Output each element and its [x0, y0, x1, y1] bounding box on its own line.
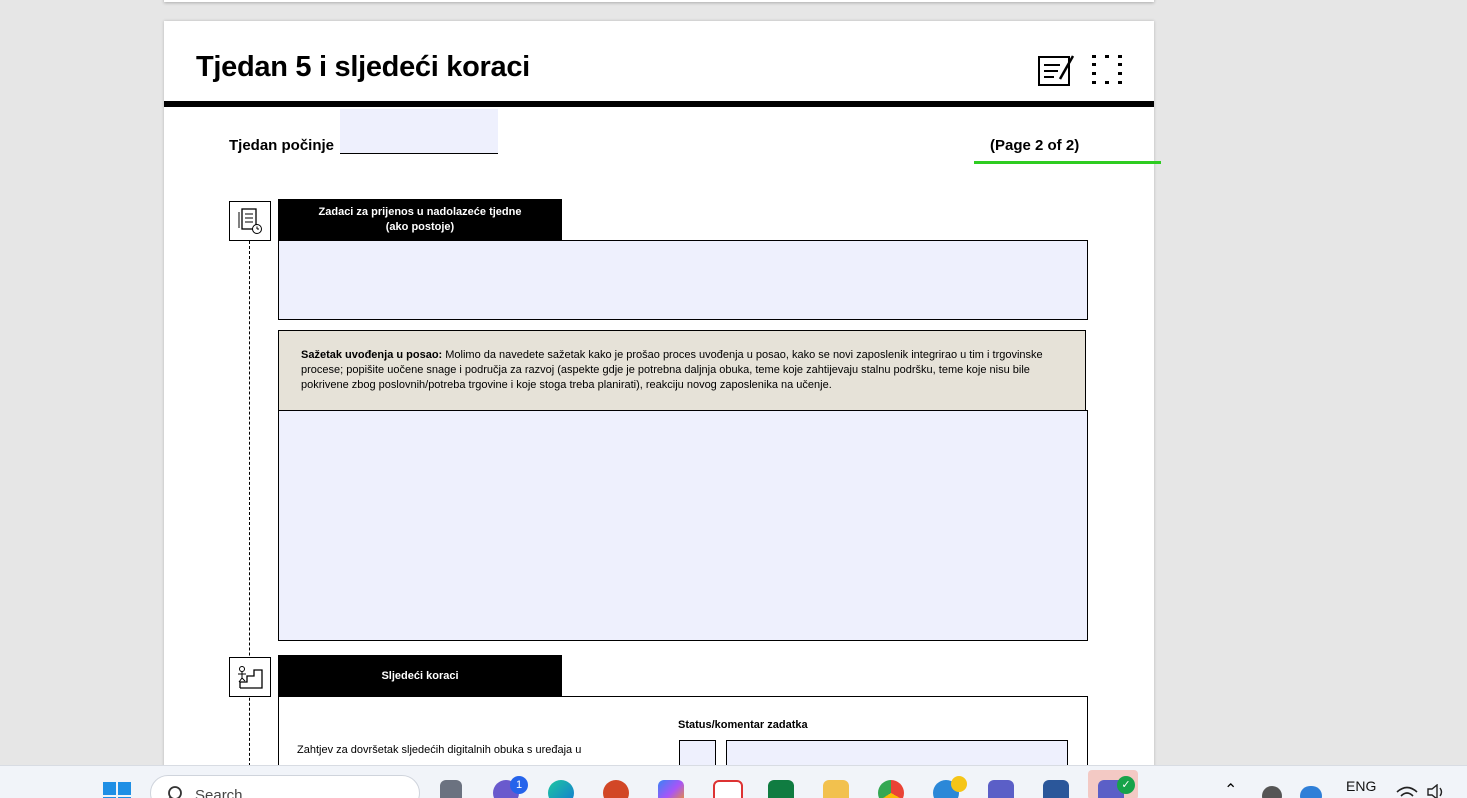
taskbar-search-input[interactable]: Search	[150, 775, 420, 798]
teams-icon[interactable]	[988, 780, 1014, 798]
search-placeholder: Search	[195, 787, 243, 798]
summary-label: Sažetak uvođenja u posao:	[301, 349, 442, 361]
week-start-label: Tjedan počinje	[229, 137, 334, 154]
language-indicator[interactable]: ENG	[1346, 778, 1376, 794]
wifi-icon[interactable]	[1396, 786, 1418, 798]
next-steps-header: Sljedeći koraci	[278, 655, 562, 697]
word-icon[interactable]	[1043, 780, 1069, 798]
notification-dot-icon	[951, 776, 967, 792]
snipping-tool-icon[interactable]	[713, 780, 743, 798]
focus-indicator	[974, 161, 1161, 164]
previous-page-edge	[164, 0, 1154, 2]
edit-form-icon[interactable]	[1038, 53, 1076, 87]
windows-start-icon[interactable]	[103, 782, 131, 798]
chat-notification-badge: 1	[510, 776, 528, 794]
document-page: Tjedan 5 i sljedeći koraci Tjedan počinj…	[164, 21, 1154, 781]
file-explorer-icon[interactable]	[823, 780, 849, 798]
check-badge-icon: ✓	[1117, 776, 1135, 794]
carryover-tasks-header: Zadaci za prijenos u nadolazeće tjedne (a…	[278, 199, 562, 241]
task-view-icon[interactable]	[440, 780, 462, 798]
title-rule	[164, 101, 1154, 107]
chrome-icon[interactable]	[878, 780, 904, 798]
carryover-tasks-input[interactable]	[278, 240, 1088, 320]
page-title: Tjedan 5 i sljedeći koraci	[196, 51, 530, 84]
carryover-header-line1: Zadaci za prijenos u nadolazeće tjedne	[319, 206, 522, 218]
timeline-dashed-line	[249, 241, 250, 781]
onboarding-summary-input[interactable]	[278, 410, 1088, 641]
tray-app-icon[interactable]	[1262, 786, 1282, 798]
excel-icon[interactable]	[768, 780, 794, 798]
powerpoint-icon[interactable]	[603, 780, 629, 798]
checklist-clock-icon	[229, 201, 271, 241]
task-status-label: Status/komentar zadatka	[678, 719, 808, 731]
onedrive-icon[interactable]	[1300, 786, 1322, 798]
grid-dots-icon[interactable]	[1090, 53, 1124, 87]
next-steps-stairs-icon	[229, 657, 271, 697]
search-icon	[165, 786, 183, 798]
task-description: Zahtjev za dovršetak sljedećih digitalni…	[297, 743, 627, 758]
carryover-header-line2: (ako postoje)	[386, 221, 454, 233]
week-start-input[interactable]	[340, 109, 498, 154]
onboarding-summary-instructions: Sažetak uvođenja u posao: Molimo da nave…	[278, 330, 1086, 411]
taskbar: Search 1 ✓ ⌃ ENG	[0, 765, 1467, 798]
chevron-up-icon[interactable]: ⌃	[1224, 780, 1237, 798]
volume-icon[interactable]	[1426, 784, 1448, 798]
page-number: (Page 2 of 2)	[990, 137, 1079, 154]
copilot-icon[interactable]	[658, 780, 684, 798]
edge-icon[interactable]	[548, 780, 574, 798]
